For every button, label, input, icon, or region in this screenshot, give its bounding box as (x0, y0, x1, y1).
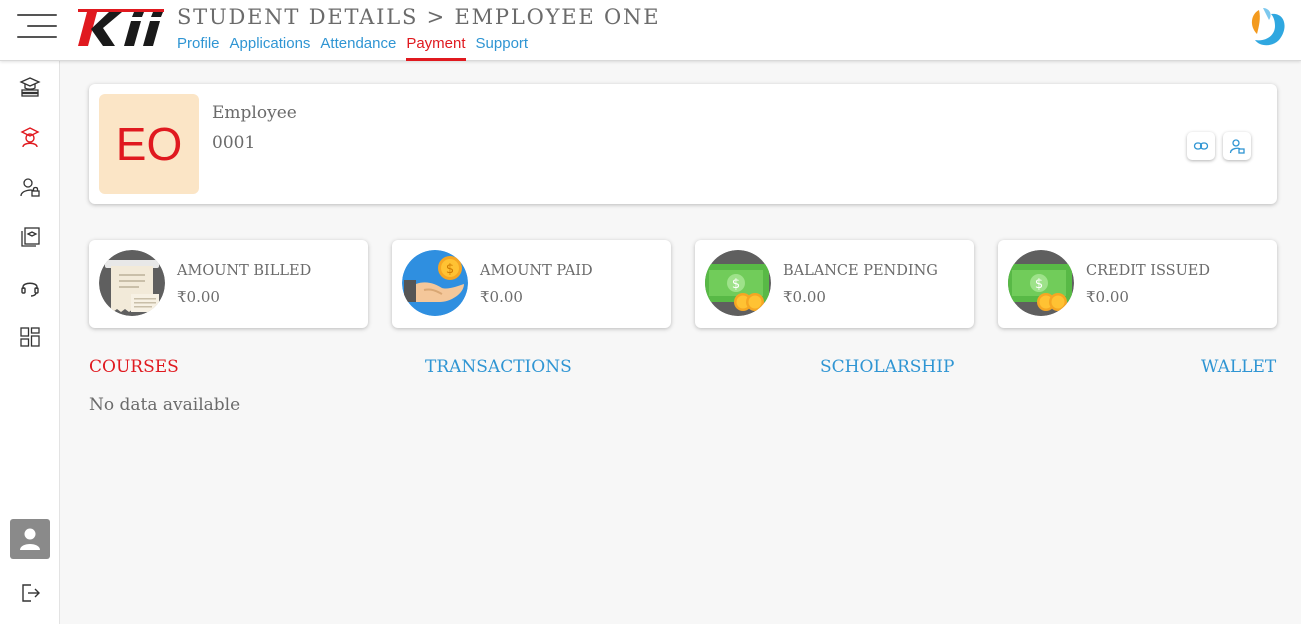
sidebar (0, 61, 60, 624)
profile-id: 0001 (212, 133, 256, 153)
stat-label: CREDIT ISSUED (1086, 263, 1211, 279)
hand-coin-icon: $ (402, 250, 468, 316)
cash-coins-icon: $ (1008, 250, 1074, 316)
profile-initials: EO (99, 94, 199, 194)
stat-value: ₹0.00 (1086, 288, 1129, 306)
user-lock-icon[interactable] (18, 175, 42, 199)
svg-text:$: $ (1035, 277, 1043, 292)
brand-logo-icon (1251, 8, 1285, 46)
top-header: STUDENT DETAILS > EMPLOYEE ONE Profile A… (0, 0, 1301, 61)
tab-profile[interactable]: Profile (177, 35, 220, 61)
empty-state-message: No data available (89, 395, 241, 415)
menu-bar (17, 14, 57, 16)
svg-text:$: $ (732, 277, 740, 292)
stat-label: AMOUNT BILLED (177, 263, 312, 279)
stat-value: ₹0.00 (177, 288, 220, 306)
courses-icon[interactable] (18, 225, 42, 249)
tab-attendance[interactable]: Attendance (320, 35, 396, 61)
student-icon[interactable] (18, 125, 42, 149)
credit-issued-card: $ CREDIT ISSUED ₹0.00 (998, 240, 1277, 328)
kii-logo[interactable] (76, 9, 166, 49)
amount-billed-card: AMOUNT BILLED ₹0.00 (89, 240, 368, 328)
headset-icon[interactable] (18, 275, 42, 299)
tab-applications[interactable]: Applications (230, 35, 311, 61)
link-icon (1193, 142, 1209, 150)
amount-paid-card: $ AMOUNT PAID ₹0.00 (392, 240, 671, 328)
tab-payment[interactable]: Payment (406, 35, 466, 61)
balance-pending-card: $ BALANCE PENDING ₹0.00 (695, 240, 974, 328)
stat-label: BALANCE PENDING (783, 263, 938, 279)
menu-bar (27, 25, 57, 27)
stat-label: AMOUNT PAID (480, 263, 593, 279)
avatar[interactable] (10, 519, 50, 559)
profile-name: Employee (212, 103, 297, 123)
tab-wallet[interactable]: WALLET (1201, 357, 1276, 377)
tab-support[interactable]: Support (476, 35, 529, 61)
user-settings-button[interactable] (1223, 132, 1251, 160)
tab-scholarship[interactable]: SCHOLARSHIP (820, 357, 954, 377)
header-tabs: Profile Applications Attendance Payment … (177, 35, 538, 61)
page-title: STUDENT DETAILS > EMPLOYEE ONE (177, 5, 661, 29)
graduation-books-icon[interactable] (18, 75, 42, 99)
stat-value: ₹0.00 (480, 288, 523, 306)
user-lock-icon (1229, 139, 1245, 154)
stat-value: ₹0.00 (783, 288, 826, 306)
logout-icon[interactable] (18, 581, 42, 605)
dashboard-grid-icon[interactable] (18, 325, 42, 349)
menu-bar (17, 36, 57, 38)
bill-icon (99, 250, 165, 316)
avatar-icon (20, 528, 40, 550)
cash-coins-icon: $ (705, 250, 771, 316)
menu-icon[interactable] (17, 14, 59, 38)
tab-transactions[interactable]: TRANSACTIONS (425, 357, 572, 377)
svg-text:$: $ (446, 262, 454, 277)
tab-courses[interactable]: COURSES (89, 357, 179, 377)
profile-card: EO Employee 0001 (89, 84, 1277, 204)
link-button[interactable] (1187, 132, 1215, 160)
